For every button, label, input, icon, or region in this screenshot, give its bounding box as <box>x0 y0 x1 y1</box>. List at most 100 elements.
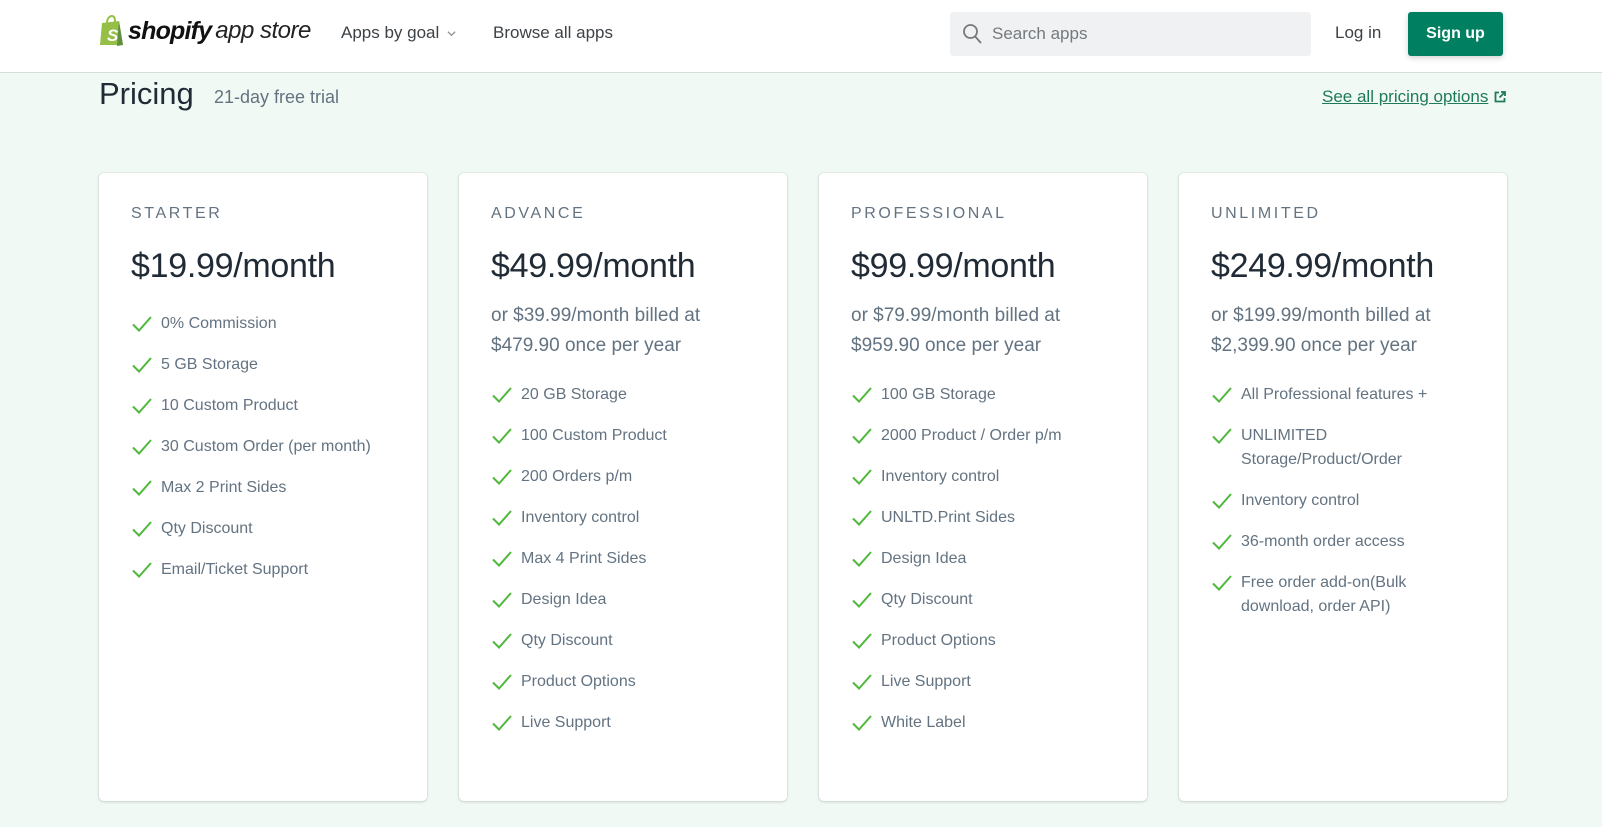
annual-billing-note: or $39.99/month billed at $479.90 once p… <box>491 305 701 356</box>
signup-button[interactable]: Sign up <box>1408 12 1503 56</box>
feature-text: Inventory control <box>521 509 640 526</box>
checkmark-icon <box>1212 575 1232 591</box>
feature-item: 100 Custom Product <box>491 424 757 448</box>
nav-apps-by-goal[interactable]: Apps by goal <box>341 23 456 43</box>
feature-item: 30 Custom Order (per month) <box>131 435 397 459</box>
checkmark-icon <box>852 715 872 731</box>
login-link[interactable]: Log in <box>1335 23 1381 43</box>
feature-text: UNLTD.Print Sides <box>881 509 1015 526</box>
feature-text: Inventory control <box>1241 492 1360 509</box>
plan-name: UNLIMITED <box>1211 205 1321 222</box>
feature-item: White Label <box>851 711 1117 735</box>
feature-text: 100 GB Storage <box>881 386 996 403</box>
annual-billing-note: or $79.99/month billed at $959.90 once p… <box>851 305 1061 356</box>
free-trial-label: 21-day free trial <box>214 87 340 107</box>
checkmark-icon <box>132 562 152 578</box>
pricing-heading: Pricing <box>99 76 194 111</box>
plan-card-professional: PROFESSIONAL $99.99/month or $79.99/mont… <box>819 173 1147 801</box>
shopify-app-store-logo[interactable]: S shopify app store <box>99 15 311 47</box>
feature-item: UNLIMITED Storage/Product/Order <box>1211 424 1477 472</box>
feature-text: Inventory control <box>881 468 1000 485</box>
feature-item: 36-month order access <box>1211 530 1477 554</box>
checkmark-icon <box>852 510 872 526</box>
checkmark-icon <box>492 469 512 485</box>
plan-card-unlimited: UNLIMITED $249.99/month or $199.99/month… <box>1179 173 1507 801</box>
feature-text: Qty Discount <box>521 632 613 649</box>
feature-item: Inventory control <box>491 506 757 530</box>
checkmark-icon <box>1212 534 1232 550</box>
checkmark-icon <box>852 633 872 649</box>
annual-billing-note: or $199.99/month billed at $2,399.90 onc… <box>1211 305 1431 356</box>
feature-text: 0% Commission <box>161 315 277 332</box>
feature-item: Qty Discount <box>491 629 757 653</box>
feature-item: Design Idea <box>851 547 1117 571</box>
feature-list: All Professional features + UNLIMITED Sto… <box>1211 383 1477 619</box>
feature-text: 36-month order access <box>1241 533 1405 550</box>
checkmark-icon <box>852 674 872 690</box>
feature-text: UNLIMITED Storage/Product/Order <box>1241 427 1402 468</box>
logo-subtitle: app store <box>215 17 311 44</box>
checkmark-icon <box>132 398 152 414</box>
feature-item: 2000 Product / Order p/m <box>851 424 1117 448</box>
feature-text: All Professional features + <box>1241 386 1428 403</box>
checkmark-icon <box>132 439 152 455</box>
checkmark-icon <box>492 633 512 649</box>
feature-text: 30 Custom Order (per month) <box>161 438 371 455</box>
nav-browse-all-apps[interactable]: Browse all apps <box>493 23 613 43</box>
checkmark-icon <box>852 592 872 608</box>
svg-text:S: S <box>107 26 119 45</box>
plan-name: PROFESSIONAL <box>851 205 1007 222</box>
checkmark-icon <box>1212 493 1232 509</box>
shopify-bag-icon: S <box>100 15 123 46</box>
logo-wordmark: shopify <box>128 16 212 45</box>
feature-item: Free order add-on(Bulk download, order A… <box>1211 571 1477 619</box>
feature-text: Qty Discount <box>881 591 973 608</box>
feature-item: 100 GB Storage <box>851 383 1117 407</box>
nav-apps-by-goal-label: Apps by goal <box>341 23 440 42</box>
see-all-pricing-link[interactable]: See all pricing options <box>1322 87 1507 107</box>
feature-text: 10 Custom Product <box>161 397 298 414</box>
search-box[interactable] <box>950 12 1311 56</box>
feature-item: Inventory control <box>1211 489 1477 513</box>
feature-item: Product Options <box>851 629 1117 653</box>
checkmark-icon <box>852 428 872 444</box>
feature-text: Product Options <box>881 632 996 649</box>
feature-item: 200 Orders p/m <box>491 465 757 489</box>
chevron-down-icon <box>447 30 456 36</box>
checkmark-icon <box>132 357 152 373</box>
feature-item: Max 4 Print Sides <box>491 547 757 571</box>
feature-list: 100 GB Storage 2000 Product / Order p/m In… <box>851 383 1117 735</box>
feature-text: Max 2 Print Sides <box>161 479 287 496</box>
feature-text: 100 Custom Product <box>521 427 667 444</box>
feature-text: Free order add-on(Bulk download, order A… <box>1241 574 1407 615</box>
feature-text: 20 GB Storage <box>521 386 627 403</box>
search-input[interactable] <box>992 24 1292 44</box>
feature-item: 20 GB Storage <box>491 383 757 407</box>
feature-text: White Label <box>881 714 966 731</box>
checkmark-icon <box>132 480 152 496</box>
feature-item: Design Idea <box>491 588 757 612</box>
feature-text: 5 GB Storage <box>161 356 258 373</box>
feature-list: 20 GB Storage 100 Custom Product 200 Order… <box>491 383 757 735</box>
feature-item: Qty Discount <box>851 588 1117 612</box>
checkmark-icon <box>852 469 872 485</box>
checkmark-icon <box>1212 428 1232 444</box>
feature-item: 0% Commission <box>131 312 397 336</box>
feature-text: 2000 Product / Order p/m <box>881 427 1062 444</box>
checkmark-icon <box>492 674 512 690</box>
feature-item: Inventory control <box>851 465 1117 489</box>
feature-item: Email/Ticket Support <box>131 558 397 582</box>
plan-price: $19.99/month <box>131 247 336 285</box>
feature-item: All Professional features + <box>1211 383 1477 407</box>
feature-text: Qty Discount <box>161 520 253 537</box>
checkmark-icon <box>1212 387 1232 403</box>
see-all-pricing-label: See all pricing options <box>1322 87 1489 106</box>
checkmark-icon <box>132 521 152 537</box>
plan-price: $249.99/month <box>1211 247 1434 285</box>
feature-text: Live Support <box>881 673 971 690</box>
plan-card-starter: STARTER $19.99/month 0% Commission 5 GB S… <box>99 173 427 801</box>
feature-list: 0% Commission 5 GB Storage 10 Custom Produ… <box>131 312 397 582</box>
search-icon <box>963 24 982 44</box>
feature-item: 5 GB Storage <box>131 353 397 377</box>
feature-text: 200 Orders p/m <box>521 468 633 485</box>
